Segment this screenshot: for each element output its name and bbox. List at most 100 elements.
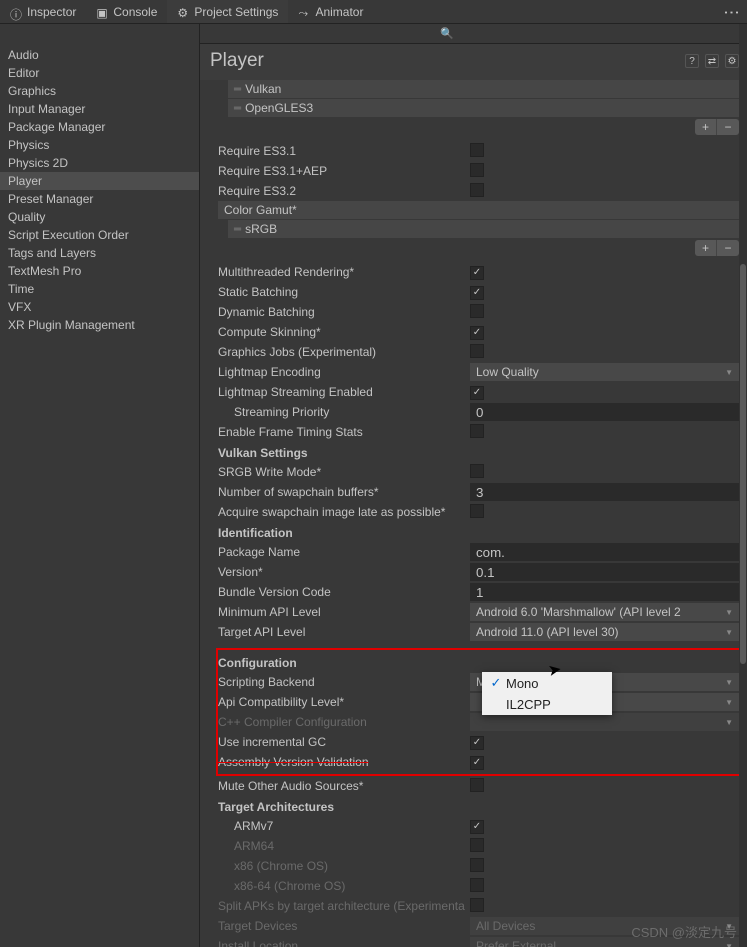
popup-option-il2cpp[interactable]: IL2CPP	[482, 694, 612, 715]
field-label: Enable Frame Timing Stats	[218, 425, 470, 439]
text-input[interactable]	[470, 543, 739, 561]
drag-icon: ═	[234, 224, 239, 235]
section-header: Vulkan Settings	[218, 442, 739, 462]
dropdown: ▼	[470, 713, 739, 731]
color-gamut-item[interactable]: ═sRGB	[228, 220, 739, 238]
checkbox[interactable]	[470, 143, 484, 157]
sidebar-item-editor[interactable]: Editor	[0, 64, 199, 82]
field-label: Target API Level	[218, 625, 470, 639]
field-label: Bundle Version Code	[218, 585, 470, 599]
tab-animator[interactable]: ⤳ Animator	[288, 0, 373, 23]
checkbox[interactable]	[470, 163, 484, 177]
checkbox[interactable]	[470, 304, 484, 318]
checkbox[interactable]: ✓	[470, 386, 484, 400]
scrollbar[interactable]	[739, 24, 747, 947]
sidebar-item-graphics[interactable]: Graphics	[0, 82, 199, 100]
number-input[interactable]	[470, 583, 739, 601]
highlight-box: Configuration Scripting BackendMono▼ Api…	[216, 648, 741, 776]
popup-option-mono[interactable]: ✓Mono	[482, 672, 612, 694]
checkbox[interactable]: ✓	[470, 820, 484, 834]
checkbox[interactable]	[470, 424, 484, 438]
page-header: Player ? ⇄ ⚙	[200, 44, 747, 80]
presets-icon[interactable]: ⇄	[705, 54, 719, 68]
tab-label: Console	[113, 5, 157, 19]
console-icon: ▣	[96, 6, 108, 18]
field-label: Version*	[218, 565, 470, 579]
sidebar-item-textmesh-pro[interactable]: TextMesh Pro	[0, 262, 199, 280]
scripting-backend-popup: ✓Mono IL2CPP	[482, 672, 612, 715]
checkbox	[470, 898, 484, 912]
field-label: Assembly Version Validation	[218, 755, 470, 769]
sidebar-item-audio[interactable]: Audio	[0, 46, 199, 64]
checkbox[interactable]: ✓	[470, 286, 484, 300]
settings-scroll[interactable]: ═Vulkan ═OpenGLES3 + − Require ES3.1 Req…	[200, 80, 747, 947]
field-label: Streaming Priority	[218, 405, 470, 419]
sidebar-item-tags-and-layers[interactable]: Tags and Layers	[0, 244, 199, 262]
checkbox[interactable]	[470, 344, 484, 358]
add-button[interactable]: +	[695, 119, 717, 135]
sidebar-item-package-manager[interactable]: Package Manager	[0, 118, 199, 136]
check-icon: ✓	[486, 675, 506, 691]
sidebar-item-player[interactable]: Player	[0, 172, 199, 190]
checkbox[interactable]: ✓	[470, 266, 484, 280]
field-label: Graphics Jobs (Experimental)	[218, 345, 470, 359]
settings-sidebar: AudioEditorGraphicsInput ManagerPackage …	[0, 24, 200, 947]
sidebar-item-physics-2d[interactable]: Physics 2D	[0, 154, 199, 172]
tab-label: Inspector	[27, 5, 76, 19]
caret-icon: ▼	[725, 698, 733, 707]
section-header: Configuration	[218, 652, 739, 672]
sidebar-item-xr-plugin-management[interactable]: XR Plugin Management	[0, 316, 199, 334]
sidebar-item-input-manager[interactable]: Input Manager	[0, 100, 199, 118]
field-label: Acquire swapchain image late as possible…	[218, 505, 470, 519]
text-input[interactable]	[470, 563, 739, 581]
field-label: SRGB Write Mode*	[218, 465, 470, 479]
settings-icon[interactable]: ⚙	[725, 54, 739, 68]
page-title: Player	[210, 50, 685, 72]
graphics-api-item[interactable]: ═OpenGLES3	[228, 99, 739, 117]
remove-button[interactable]: −	[717, 240, 739, 256]
graphics-api-item[interactable]: ═Vulkan	[228, 80, 739, 98]
drag-icon: ═	[234, 84, 239, 95]
field-label: Compute Skinning*	[218, 325, 470, 339]
sidebar-item-quality[interactable]: Quality	[0, 208, 199, 226]
field-label: Dynamic Batching	[218, 305, 470, 319]
section-header: Target Architectures	[218, 796, 739, 816]
section-header: Identification	[218, 522, 739, 542]
checkbox[interactable]: ✓	[470, 756, 484, 770]
sidebar-item-physics[interactable]: Physics	[0, 136, 199, 154]
sidebar-item-time[interactable]: Time	[0, 280, 199, 298]
remove-button[interactable]: −	[717, 119, 739, 135]
scrollbar-thumb[interactable]	[740, 264, 746, 664]
checkbox[interactable]	[470, 504, 484, 518]
drag-icon: ═	[234, 103, 239, 114]
field-label: Scripting Backend	[218, 675, 470, 689]
checkbox[interactable]	[470, 778, 484, 792]
tab-console[interactable]: ▣ Console	[86, 0, 167, 23]
watermark: CSDN @淡定九号	[631, 922, 737, 941]
tab-project-settings[interactable]: ⚙Project Settings	[167, 0, 288, 23]
tab-inspector[interactable]: ⓘInspector	[0, 0, 86, 23]
checkbox[interactable]	[470, 464, 484, 478]
sidebar-item-vfx[interactable]: VFX	[0, 298, 199, 316]
number-input[interactable]	[470, 483, 739, 501]
dropdown[interactable]: Android 11.0 (API level 30)▼	[470, 623, 739, 641]
sidebar-item-preset-manager[interactable]: Preset Manager	[0, 190, 199, 208]
dropdown[interactable]: Low Quality▼	[470, 363, 739, 381]
field-label: Require ES3.1+AEP	[218, 164, 470, 178]
help-icon[interactable]: ?	[685, 54, 699, 68]
checkbox[interactable]: ✓	[470, 326, 484, 340]
checkbox	[470, 858, 484, 872]
sidebar-item-script-execution-order[interactable]: Script Execution Order	[0, 226, 199, 244]
tab-bar: ⓘInspector ▣ Console ⚙Project Settings ⤳ A…	[0, 0, 747, 24]
field-label: Multithreaded Rendering*	[218, 265, 470, 279]
kebab-menu-icon[interactable]: ⋮	[721, 0, 744, 27]
checkbox[interactable]	[470, 183, 484, 197]
dropdown[interactable]: Android 6.0 'Marshmallow' (API level 2▼	[470, 603, 739, 621]
add-button[interactable]: +	[695, 240, 717, 256]
number-input[interactable]	[470, 403, 739, 421]
tab-label: Animator	[315, 5, 363, 19]
search-icon[interactable]: 🔍	[440, 27, 454, 40]
checkbox[interactable]: ✓	[470, 736, 484, 750]
checkbox	[470, 838, 484, 852]
animator-icon: ⤳	[298, 6, 310, 18]
